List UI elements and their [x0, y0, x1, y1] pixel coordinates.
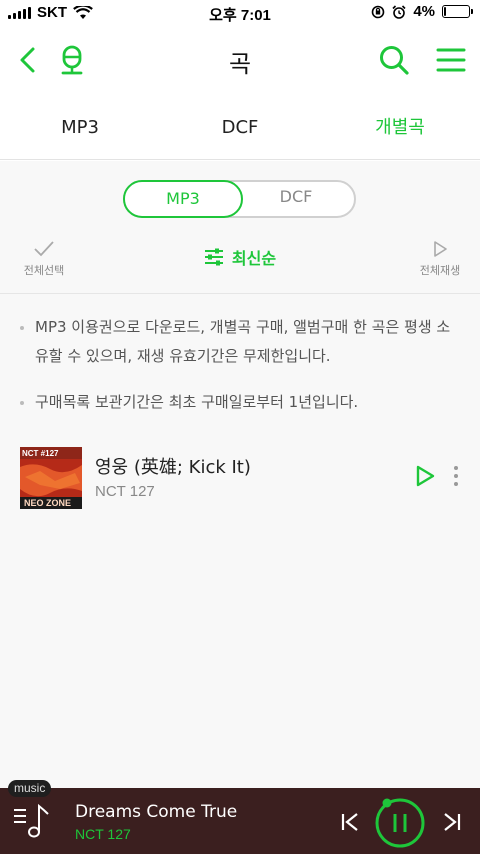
tab-dcf[interactable]: DCF	[160, 96, 320, 159]
next-track-icon[interactable]	[440, 810, 464, 834]
tab-mp3[interactable]: MP3	[0, 96, 160, 159]
category-tabs: MP3 DCF 개별곡	[0, 96, 480, 160]
battery-percent: 4%	[413, 3, 435, 20]
track-row[interactable]: NCT #127 NEO ZONE 영웅 (英雄; Kick It) NCT 1…	[0, 441, 480, 509]
bullet-icon	[20, 326, 24, 330]
segment-dcf[interactable]: DCF	[236, 180, 356, 218]
album-cover[interactable]: NCT #127 NEO ZONE	[20, 447, 82, 509]
track-title: 영웅 (英雄; Kick It)	[95, 457, 251, 478]
alarm-icon	[392, 4, 406, 19]
now-playing-title: Dreams Come True	[75, 802, 238, 822]
notice-text: 구매목록 보관기간은 최초 구매일로부터 1년입니다.	[35, 393, 359, 411]
play-all-label: 전체재생	[419, 265, 461, 277]
mini-player[interactable]: music Dreams Come True NCT 127	[0, 780, 480, 854]
play-all-button[interactable]: 전체재생	[418, 239, 462, 278]
orientation-lock-icon	[372, 5, 385, 18]
tab-individual-songs[interactable]: 개별곡	[320, 96, 480, 159]
battery-level	[444, 7, 446, 16]
cover-bottom-text: NEO ZONE	[24, 498, 71, 508]
sort-button[interactable]: 최신순	[0, 245, 480, 269]
sliders-icon	[204, 248, 223, 266]
notice-text: MP3 이용권으로 다운로드, 개별곡 구매, 앨범구매 한 곡은 평생 소유할…	[35, 318, 451, 365]
notice-item: MP3 이용권으로 다운로드, 개별곡 구매, 앨범구매 한 곡은 평생 소유할…	[18, 313, 463, 371]
list-toolbar: 전체선택 최신순 전체재생	[0, 235, 480, 285]
app-header: 곡	[0, 26, 480, 96]
notice-item: 구매목록 보관기간은 최초 구매일로부터 1년입니다.	[18, 388, 463, 417]
status-right: 4%	[371, 3, 473, 20]
playlist-icon[interactable]	[12, 802, 52, 842]
play-icon[interactable]	[412, 463, 438, 489]
play-outline-icon	[434, 241, 447, 257]
track-artist: NCT 127	[95, 483, 155, 500]
sort-label: 최신순	[231, 249, 277, 268]
content-area: DCF MP3 전체선택 최신순 전체재생 MP3 이용권으로 다운로드, 개별…	[0, 161, 480, 788]
divider	[0, 293, 480, 294]
pause-button[interactable]	[373, 796, 427, 850]
hamburger-menu-icon[interactable]	[433, 42, 469, 78]
cover-top-text: NCT #127	[22, 449, 59, 458]
format-segmented-control: DCF MP3	[123, 180, 356, 218]
previous-track-icon[interactable]	[338, 810, 362, 834]
search-icon[interactable]	[376, 42, 412, 78]
album-art: NCT #127 NEO ZONE	[20, 447, 82, 509]
segment-mp3[interactable]: MP3	[123, 180, 243, 218]
bullet-icon	[20, 401, 24, 405]
now-playing-artist: NCT 127	[75, 826, 131, 842]
battery-icon	[442, 5, 473, 18]
status-bar: SKT 오후 7:01 4%	[0, 0, 480, 26]
music-tag: music	[8, 780, 52, 797]
more-options-icon[interactable]	[448, 463, 464, 489]
